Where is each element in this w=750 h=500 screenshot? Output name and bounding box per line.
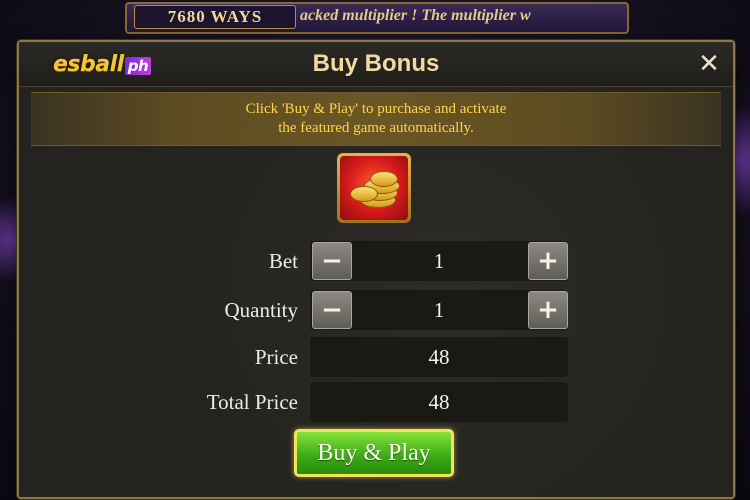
coin-shape bbox=[350, 186, 378, 202]
minus-icon: − bbox=[321, 295, 343, 325]
gold-coins-icon bbox=[340, 156, 408, 220]
bet-decrease-button[interactable]: − bbox=[312, 242, 352, 280]
bonus-feature-icon bbox=[337, 153, 411, 223]
price-value: 48 bbox=[310, 337, 568, 377]
quantity-decrease-button[interactable]: − bbox=[312, 291, 352, 329]
bet-increase-button[interactable]: + bbox=[528, 242, 568, 280]
buy-bonus-dialog: esball ph Buy Bonus ✕ Click 'Buy & Play'… bbox=[17, 40, 735, 499]
coin-shape bbox=[370, 171, 398, 187]
bet-label: Bet bbox=[268, 249, 298, 273]
plus-icon: + bbox=[537, 246, 559, 276]
quantity-increase-button[interactable]: + bbox=[528, 291, 568, 329]
buy-and-play-button[interactable]: Buy & Play bbox=[294, 429, 454, 477]
info-text-line-2: the featured game automatically. bbox=[278, 120, 474, 136]
close-icon: ✕ bbox=[698, 49, 720, 79]
info-banner: Click 'Buy & Play' to purchase and activ… bbox=[31, 92, 721, 146]
dialog-title: Buy Bonus bbox=[312, 50, 440, 77]
total-price-label: Total Price bbox=[206, 390, 298, 414]
minus-icon: − bbox=[321, 246, 343, 276]
price-label: Price bbox=[254, 345, 298, 369]
ways-counter: 7680 WAYS bbox=[134, 5, 296, 29]
quantity-label: Quantity bbox=[224, 298, 299, 322]
total-price-value: 48 bbox=[310, 382, 568, 422]
plus-icon: + bbox=[537, 295, 559, 325]
multiplier-ticker: acked multiplier ! The multiplier w bbox=[300, 7, 531, 24]
dialog-titlebar: esball ph Buy Bonus ✕ bbox=[19, 42, 733, 87]
info-text-line-1: Click 'Buy & Play' to purchase and activ… bbox=[245, 101, 507, 117]
close-button[interactable]: ✕ bbox=[695, 49, 723, 79]
